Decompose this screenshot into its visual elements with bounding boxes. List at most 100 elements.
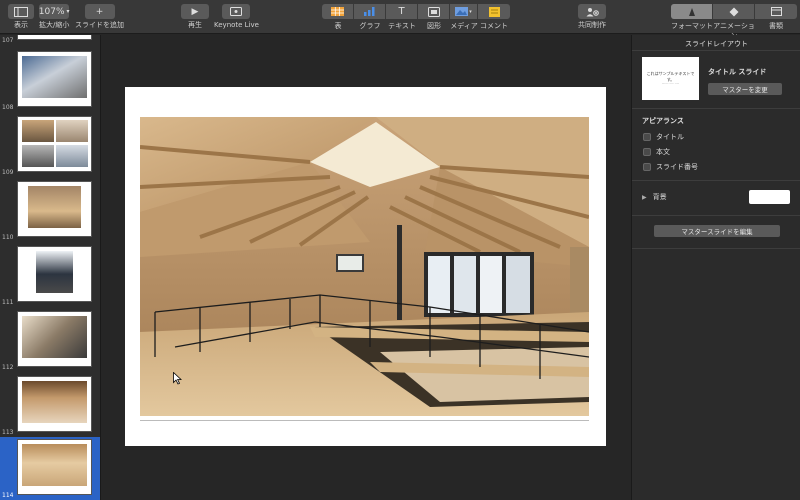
insert-group: T ▾ 表 グラフ テキスト 図形 メディア コメント [322, 4, 510, 31]
view-control[interactable]: 表示 [8, 4, 34, 29]
divider [632, 215, 800, 216]
slide-number: 112 [2, 364, 14, 371]
keynote-window: 表示 107% ▾ 拡大/縮小 + スライドを追加 ▶ 再生 Keynote Li… [0, 0, 800, 500]
tab-animation[interactable] [713, 4, 755, 19]
chart-button[interactable] [354, 4, 386, 19]
diamond-icon [729, 7, 738, 16]
current-slide[interactable] [125, 87, 606, 446]
layout-name: タイトル スライド [708, 68, 767, 76]
inspector-tab-segmented [671, 4, 797, 19]
slide-number: 114 [2, 492, 14, 499]
background-color-well[interactable] [749, 190, 790, 204]
shape-label: 図形 [427, 22, 441, 30]
zoom-select[interactable]: 107% ▾ [39, 4, 70, 19]
tab-format[interactable] [671, 4, 713, 19]
slide-thumbnail[interactable]: 109 [0, 114, 100, 178]
slide-number-checkbox[interactable] [643, 163, 651, 171]
slide-thumbnail[interactable]: 112 [0, 309, 100, 373]
slide-number-checkbox-row[interactable]: スライド番号 [643, 162, 698, 172]
keynote-live-button[interactable]: Keynote Live [214, 4, 259, 29]
table-label: 表 [334, 22, 342, 30]
play-icon[interactable]: ▶ [181, 4, 209, 19]
divider [632, 108, 800, 109]
text-button[interactable]: T [386, 4, 418, 19]
disclosure-triangle-icon[interactable]: ▶ [642, 194, 647, 201]
slide-canvas[interactable] [101, 35, 631, 500]
collaborate-button[interactable]: 共同制作 [578, 4, 606, 29]
media-label: メディア [450, 22, 478, 30]
slide-thumb-image [17, 181, 92, 237]
slide-thumb-image [17, 439, 92, 495]
slide-number: 108 [2, 104, 14, 111]
body-checkbox[interactable] [643, 148, 651, 156]
slide-number: 110 [2, 234, 14, 241]
mouse-cursor-icon [173, 372, 182, 385]
title-checkbox[interactable] [643, 133, 651, 141]
slide-thumb-image [17, 311, 92, 367]
slide-thumbnail[interactable]: 108 [0, 49, 100, 113]
inspector-title: スライドレイアウト [685, 40, 748, 48]
table-button[interactable] [322, 4, 354, 19]
appearance-title: アピアランス [642, 117, 684, 125]
toolbar: 表示 107% ▾ 拡大/縮小 + スライドを追加 ▶ 再生 Keynote Li… [0, 0, 800, 40]
slide-thumb-image [17, 51, 92, 107]
shape-button[interactable] [418, 4, 450, 19]
divider [632, 180, 800, 181]
background-label: 背景 [652, 193, 667, 201]
keynote-live-label: Keynote Live [214, 21, 259, 29]
slide-number: 113 [2, 429, 14, 436]
slide-thumb-image [17, 246, 92, 302]
view-icon[interactable] [8, 4, 34, 19]
media-button[interactable]: ▾ [450, 4, 478, 19]
chevron-down-icon: ▾ [469, 8, 472, 15]
document-icon [770, 7, 782, 16]
collaborate-icon[interactable] [578, 4, 606, 19]
zoom-label: 拡大/縮小 [39, 21, 70, 29]
slide-number-checkbox-label: スライド番号 [656, 163, 698, 171]
slide-divider [140, 420, 589, 421]
comment-icon [488, 6, 500, 17]
slide-number: 107 [2, 37, 14, 44]
view-label: 表示 [14, 21, 28, 29]
body-checkbox-row[interactable]: 本文 [643, 147, 670, 157]
add-slide-button[interactable]: + スライドを追加 [75, 4, 124, 29]
play-button[interactable]: ▶ 再生 [181, 4, 209, 29]
text-label: テキスト [388, 22, 416, 30]
table-icon [331, 7, 344, 16]
slide-thumb-image [17, 35, 92, 40]
collaborate-label: 共同制作 [578, 21, 606, 29]
plus-icon[interactable]: + [84, 4, 115, 19]
slide-navigator[interactable]: 107 108 109 110 111 112 113 114 [0, 35, 101, 500]
slide-thumbnail[interactable]: 113 [0, 374, 100, 438]
slide-number: 111 [2, 299, 14, 306]
title-checkbox-row[interactable]: タイトル [643, 132, 684, 142]
text-icon: T [398, 6, 405, 17]
slide-thumbnail[interactable]: 107 [0, 35, 100, 46]
comment-button[interactable] [478, 4, 510, 19]
slide-thumbnail[interactable]: 110 [0, 179, 100, 243]
insert-labels: 表 グラフ テキスト 図形 メディア コメント [322, 19, 510, 31]
change-master-button[interactable]: マスターを変更 [708, 83, 782, 95]
layout-preview[interactable]: これはサンプルテキストです。 ------ ---- ---- [642, 57, 699, 100]
body-checkbox-label: 本文 [656, 148, 670, 156]
chart-icon [364, 7, 375, 16]
slide-thumb-image [17, 376, 92, 432]
shape-icon [427, 6, 440, 17]
divider [632, 248, 800, 249]
media-icon [455, 7, 469, 16]
zoom-control[interactable]: 107% ▾ 拡大/縮小 [39, 4, 70, 29]
insert-segmented: T ▾ [322, 4, 510, 19]
layout-preview-subtitle: ------ ---- ---- [661, 81, 680, 85]
paintbrush-icon [688, 7, 695, 16]
background-row[interactable]: ▶ 背景 [642, 192, 667, 202]
slide-number: 109 [2, 169, 14, 176]
inspector-panel: スライドレイアウト これはサンプルテキストです。 ------ ---- ---… [631, 35, 800, 500]
keynote-live-icon[interactable] [222, 4, 251, 19]
slide-thumbnail[interactable]: 111 [0, 244, 100, 308]
slide-thumbnail-selected[interactable]: 114 [0, 437, 100, 500]
slide-thumb-image [17, 116, 92, 172]
edit-master-slide-button[interactable]: マスタースライドを編集 [654, 225, 780, 237]
interior-photo[interactable] [140, 117, 589, 416]
chevron-down-icon: ▾ [66, 8, 70, 15]
tab-document[interactable] [755, 4, 797, 19]
